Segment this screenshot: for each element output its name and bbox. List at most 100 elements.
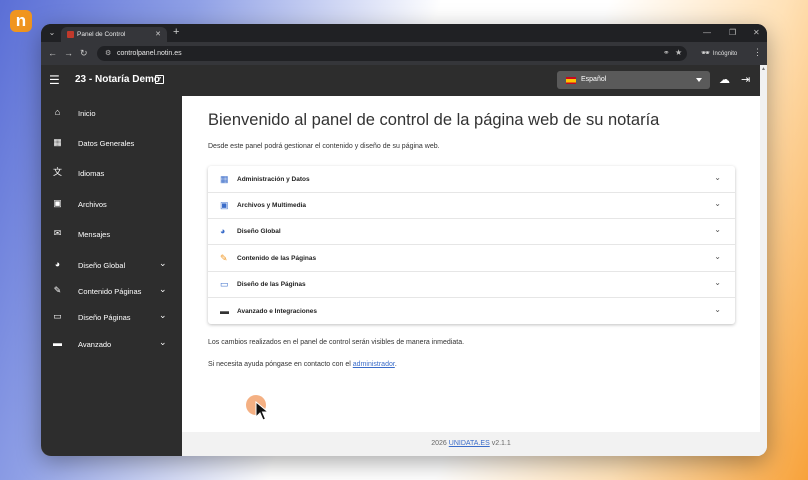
sidebar-item-contenido-paginas[interactable]: ✎ Contenido Páginas ⌄ — [41, 278, 182, 304]
sidebar-item-label: Archivos — [78, 200, 107, 209]
home-icon: ⌂ — [54, 107, 61, 117]
open-external-icon[interactable]: ↗ — [155, 75, 164, 84]
footer: 2026 UNIDATA.ES v2.1.1 — [182, 432, 760, 456]
unidata-link[interactable]: UNIDATA.ES — [449, 440, 490, 447]
sidebar-item-label: Diseño Páginas — [78, 313, 131, 322]
sidebar-item-label: Idiomas — [78, 169, 105, 178]
tab-close-icon[interactable]: ✕ — [155, 30, 161, 38]
site-info-icon[interactable]: ⚙ — [105, 49, 111, 57]
toolbox-icon: ▬ — [220, 306, 229, 316]
language-value: Español — [581, 76, 607, 83]
window-close-icon[interactable]: ✕ — [753, 28, 760, 37]
palette-icon: ◕ — [54, 259, 61, 269]
incognito-eye-icon[interactable]: ⚭ — [663, 48, 670, 57]
footer-year: 2026 — [431, 440, 447, 447]
new-tab-icon[interactable]: + — [173, 27, 179, 38]
spain-flag-icon — [566, 77, 576, 84]
intro-text: Desde este panel podrá gestionar el cont… — [208, 143, 440, 150]
page-scrollbar[interactable]: ▲ — [760, 65, 767, 456]
section-label: Diseño Global — [237, 228, 281, 235]
dropdown-caret-icon — [696, 78, 702, 82]
section-avanzado-integraciones[interactable]: ▬ Avanzado e Integraciones ⌄ — [208, 298, 735, 324]
changes-note: Los cambios realizados en el panel de co… — [208, 339, 465, 346]
address-bar: ← → ↻ ⚙ controlpanel.notin.es ⚭ ★ 🕶 Incóg… — [41, 42, 767, 65]
section-label: Diseño de las Páginas — [237, 281, 306, 288]
incognito-label: Incógnito — [712, 51, 738, 57]
tab-search-icon[interactable]: ⌄ — [45, 27, 59, 39]
sidebar-item-label: Contenido Páginas — [78, 287, 142, 296]
section-label: Avanzado e Integraciones — [237, 308, 317, 315]
chevron-down-icon: ⌄ — [159, 337, 167, 347]
minimize-icon[interactable]: — — [703, 28, 711, 37]
sidebar-item-inicio[interactable]: ⌂ Inicio — [41, 100, 182, 126]
browser-tab[interactable]: Panel de Control ✕ — [61, 27, 167, 42]
section-label: Administración y Datos — [237, 176, 310, 183]
section-label: Archivos y Multimedia — [237, 202, 306, 209]
chevron-down-icon: ⌄ — [159, 310, 167, 320]
sidebar-item-archivos[interactable]: ▣ Archivos — [41, 191, 182, 217]
section-contenido-paginas[interactable]: ✎ Contenido de las Páginas ⌄ — [208, 245, 735, 272]
chevron-down-icon: ⌄ — [714, 252, 721, 261]
section-archivos-multimedia[interactable]: ▣ Archivos y Multimedia ⌄ — [208, 192, 735, 219]
edit-document-icon: ✎ — [53, 285, 62, 295]
monitor-icon: ▭ — [53, 311, 62, 321]
forward-icon[interactable]: → — [64, 47, 73, 59]
grid-icon: ▦ — [220, 174, 229, 184]
chevron-down-icon: ⌄ — [714, 199, 721, 208]
logout-icon[interactable]: ⇥ — [741, 73, 750, 87]
menu-icon[interactable]: ☰ — [49, 74, 60, 86]
sidebar-item-idiomas[interactable]: 文 Idiomas — [41, 160, 182, 186]
cloud-upload-icon[interactable]: ☁ — [719, 73, 730, 87]
section-diseno-paginas[interactable]: ▭ Diseño de las Páginas ⌄ — [208, 271, 735, 298]
sidebar-item-label: Datos Generales — [78, 139, 135, 148]
help-suffix: . — [394, 361, 397, 368]
incognito-icon: 🕶 — [701, 50, 710, 57]
help-prefix: Si necesita ayuda póngase en contacto co… — [208, 361, 353, 368]
mouse-cursor-icon — [255, 401, 269, 421]
sidebar-item-datos-generales[interactable]: ▦ Datos Generales — [41, 130, 182, 156]
sidebar-item-label: Diseño Global — [78, 261, 126, 270]
sidebar-item-mensajes[interactable]: ✉ Mensajes — [41, 221, 182, 247]
chevron-down-icon: ⌄ — [714, 305, 721, 314]
scroll-up-icon[interactable]: ▲ — [761, 66, 766, 72]
tab-title: Panel de Control — [77, 31, 126, 38]
app-topbar: ☰ 23 - Notaría Demo ↗ Español ☁ ⇥ — [41, 65, 760, 96]
palette-icon: ◕ — [220, 226, 226, 236]
url-field[interactable]: ⚙ controlpanel.notin.es ⚭ ★ — [97, 46, 687, 61]
browser-window: ⌄ Panel de Control ✕ + — ❐ ✕ ← → ↻ ⚙ con… — [41, 24, 767, 456]
sidebar-item-label: Avanzado — [78, 340, 112, 349]
sidebar-item-avanzado[interactable]: ▬ Avanzado ⌄ — [41, 331, 182, 357]
bookmark-star-icon[interactable]: ★ — [675, 48, 682, 57]
browser-menu-icon[interactable]: ⋮ — [753, 47, 762, 58]
sidebar-item-diseno-global[interactable]: ◕ Diseño Global ⌄ — [41, 252, 182, 278]
image-library-icon: ▣ — [53, 198, 62, 208]
chevron-down-icon: ⌄ — [159, 258, 167, 268]
incognito-indicator[interactable]: 🕶 Incógnito — [701, 49, 737, 57]
tab-strip: ⌄ Panel de Control ✕ + — ❐ ✕ — [41, 24, 767, 42]
section-diseno-global[interactable]: ◕ Diseño Global ⌄ — [208, 218, 735, 245]
sidebar-item-label: Mensajes — [78, 230, 111, 239]
mail-icon: ✉ — [53, 228, 62, 238]
back-icon[interactable]: ← — [48, 47, 57, 59]
app-logo: n — [10, 10, 32, 32]
footer-version: v2.1.1 — [491, 440, 511, 447]
sections-accordion: ▦ Administración y Datos ⌄ ▣ Archivos y … — [208, 166, 735, 324]
maximize-icon[interactable]: ❐ — [729, 28, 736, 37]
administrator-link[interactable]: administrador — [353, 361, 395, 368]
section-administracion-datos[interactable]: ▦ Administración y Datos ⌄ — [208, 166, 735, 193]
help-text: Si necesita ayuda póngase en contacto co… — [208, 361, 397, 368]
reload-icon[interactable]: ↻ — [80, 47, 88, 59]
section-label: Contenido de las Páginas — [237, 255, 317, 262]
favicon-icon — [67, 31, 74, 38]
chevron-down-icon: ⌄ — [159, 284, 167, 294]
toolbox-icon: ▬ — [53, 338, 62, 348]
translate-icon: 文 — [52, 167, 62, 177]
sidebar-item-label: Inicio — [78, 109, 96, 118]
chevron-down-icon: ⌄ — [714, 225, 721, 234]
language-select[interactable]: Español — [557, 71, 710, 89]
sidebar-item-diseno-paginas[interactable]: ▭ Diseño Páginas ⌄ — [41, 304, 182, 330]
url-text: controlpanel.notin.es — [117, 50, 182, 57]
page-title: Bienvenido al panel de control de la pág… — [208, 111, 660, 129]
monitor-icon: ▭ — [220, 279, 229, 289]
grid-icon: ▦ — [53, 137, 62, 147]
